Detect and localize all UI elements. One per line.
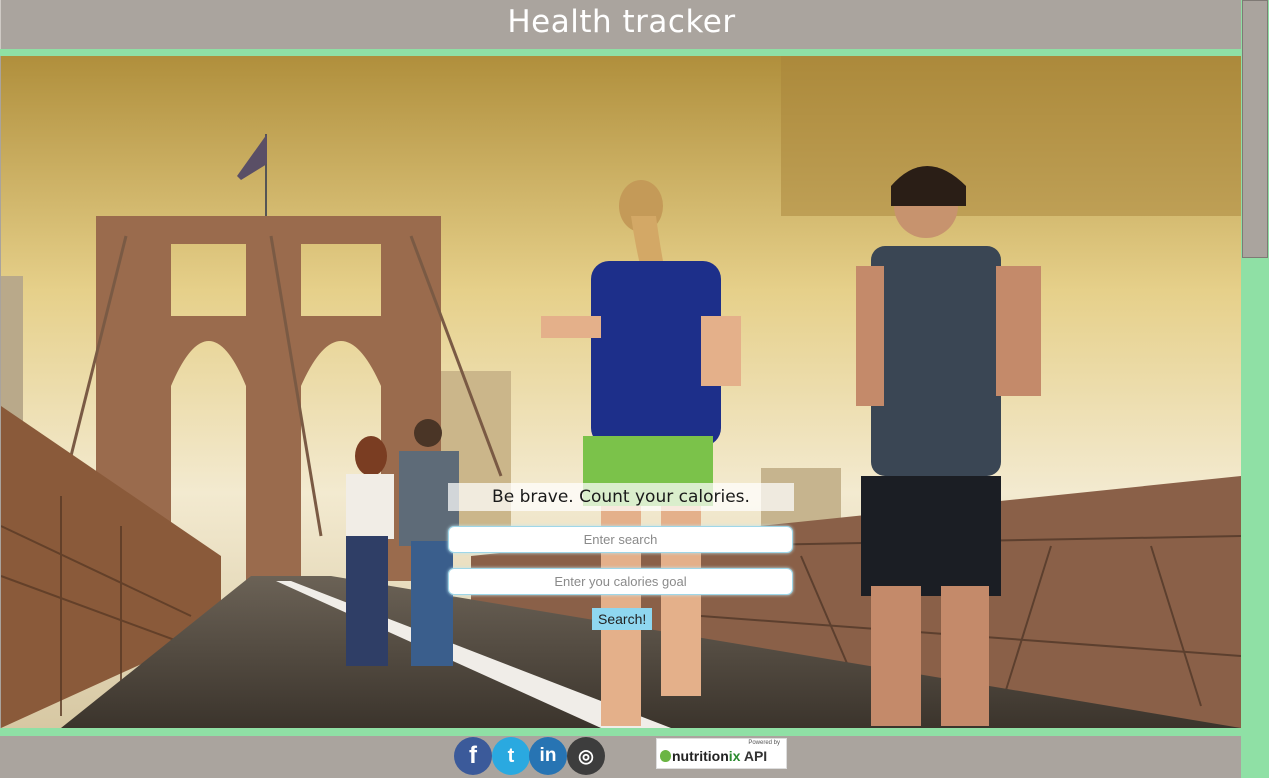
search-field[interactable] (448, 526, 793, 553)
nutritionix-logo: nutritionix API (660, 748, 767, 764)
brand-suffix: ix (728, 748, 741, 764)
calories-goal-field[interactable] (448, 568, 793, 595)
search-input[interactable] (449, 527, 792, 552)
site-title: Health tracker (507, 4, 736, 40)
brand-prefix: nutrition (672, 748, 729, 764)
footer-divider (0, 728, 1241, 736)
search-panel: Be brave. Count your calories. Search! (447, 483, 795, 630)
site-header: Health tracker (0, 0, 1242, 49)
header-divider (0, 49, 1241, 56)
facebook-icon[interactable]: f (454, 737, 492, 775)
search-button[interactable]: Search! (592, 608, 653, 630)
site-footer (0, 736, 1241, 778)
tagline: Be brave. Count your calories. (448, 483, 794, 511)
scrollbar-thumb[interactable] (1242, 0, 1268, 258)
apple-icon (660, 750, 671, 762)
brand-api: API (743, 748, 768, 764)
instagram-icon[interactable]: ◎ (567, 737, 605, 775)
linkedin-icon[interactable]: in (529, 737, 567, 775)
hero-image: Be brave. Count your calories. Search! (1, 56, 1241, 728)
powered-by-label: Powered by (748, 740, 780, 746)
nutritionix-badge[interactable]: Powered by nutritionix API (656, 738, 787, 769)
calories-goal-input[interactable] (449, 569, 792, 594)
twitter-icon[interactable]: t (492, 737, 530, 775)
